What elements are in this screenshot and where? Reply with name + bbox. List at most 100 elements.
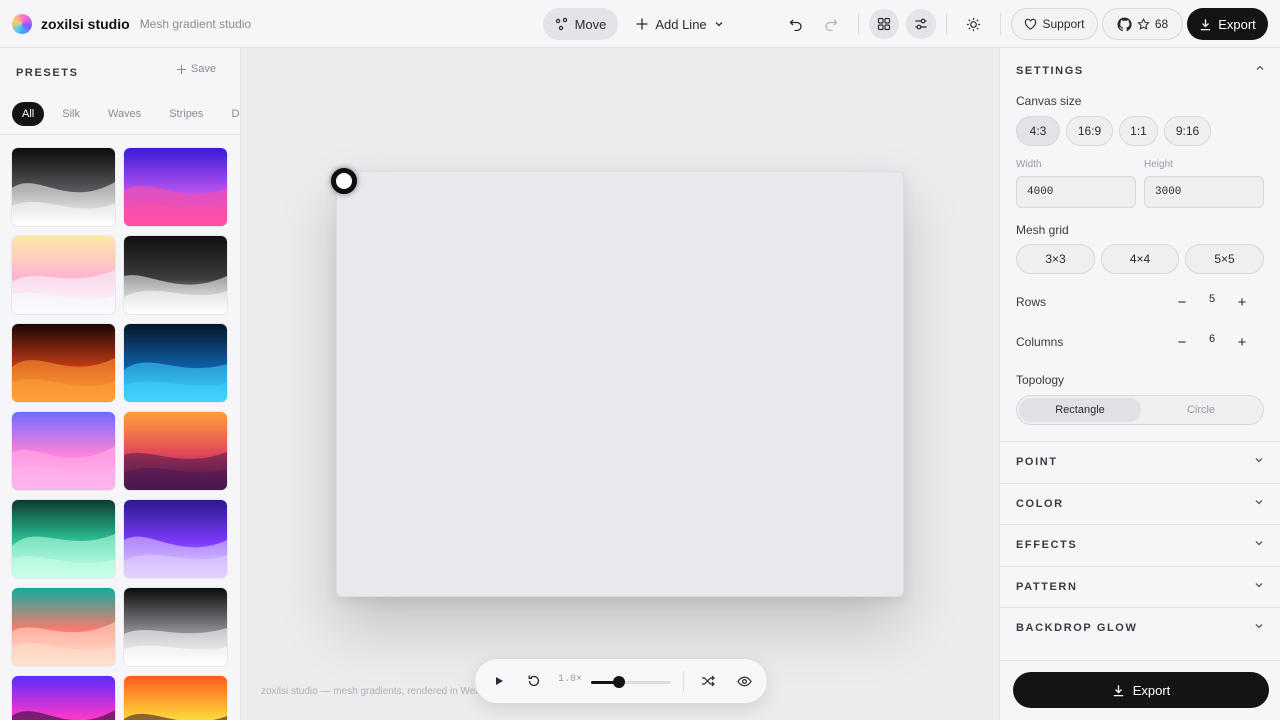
preset-preview [124,412,227,490]
columns-increment-button[interactable]: + [1232,332,1252,352]
eye-icon [736,676,752,686]
speed-slider[interactable] [591,676,671,688]
preset-preview [12,324,115,402]
plus-icon [636,18,648,30]
filter-chip[interactable]: All [12,102,45,126]
grid-5x5-button[interactable]: 5×5 [1185,244,1264,274]
playback-bar: 1.0× [474,658,768,704]
ratio-16-9-button[interactable]: 16:9 [1066,116,1113,146]
filter-chip[interactable]: Stripes [159,102,213,126]
redo-icon [825,19,838,31]
logo [12,13,32,34]
preset-tile[interactable] [12,500,115,578]
ratio-4-3-button[interactable]: 4:3 [1016,116,1060,146]
section-backdrop-glow[interactable]: BACKDROP GLOW [1000,607,1280,649]
preview-button[interactable] [736,673,752,689]
preset-tile[interactable] [124,500,227,578]
filter-chip[interactable]: Waves [98,102,151,126]
preset-tile[interactable] [12,588,115,666]
preset-tile[interactable] [124,324,227,402]
ratio-9-16-button[interactable]: 9:16 [1164,116,1211,146]
preset-preview [12,236,115,314]
preset-tile[interactable] [124,676,227,720]
chevron-down-icon [1255,624,1263,629]
preset-tile[interactable] [12,324,115,402]
preset-preview [12,148,115,226]
preset-tile[interactable] [12,148,115,226]
add-line-button[interactable]: Add Line [630,8,730,40]
play-button[interactable] [491,673,507,689]
save-preset-button[interactable]: Save [176,63,216,75]
support-button[interactable]: Support [1011,8,1098,40]
support-label: Support [1042,17,1085,31]
section-title: POINT [1016,456,1058,468]
toolbar-divider [946,13,947,35]
mesh-canvas[interactable] [336,171,904,597]
redo-button[interactable] [816,9,846,39]
filter-chip[interactable]: Des [221,102,240,126]
move-tool-button[interactable]: Move [543,8,618,40]
topology-label: Topology [1016,373,1065,387]
rows-increment-button[interactable]: + [1232,292,1252,312]
app-name: zoxilsi studio [41,15,130,32]
columns-stepper: − 6 + [1172,332,1252,352]
divider [0,134,240,135]
section-point[interactable]: POINT [1000,441,1280,483]
mesh-point-handle[interactable] [331,168,357,194]
preset-tile[interactable] [12,236,115,314]
theme-toggle-button[interactable] [958,9,988,39]
add-line-label: Add Line [655,16,707,32]
width-field[interactable]: 4000 [1016,176,1136,208]
restart-button[interactable] [526,673,542,689]
shuffle-button[interactable] [700,673,716,689]
preset-preview [124,148,227,226]
grid-3x3-button[interactable]: 3×3 [1016,244,1095,274]
settings-header[interactable]: SETTINGS [1016,62,1266,77]
export-primary-button[interactable]: Export [1013,672,1269,708]
star-icon [1137,17,1150,30]
rows-stepper: − 5 + [1172,292,1252,312]
settings-title: SETTINGS [1016,65,1084,77]
preset-tile[interactable] [124,412,227,490]
topology-circle-option[interactable]: Circle [1140,398,1262,422]
download-icon [1201,18,1211,30]
github-star-count: 68 [1154,17,1169,31]
undo-button[interactable] [781,9,811,39]
preset-filter-chips: All Silk Waves Stripes Des [12,102,240,126]
filter-chip[interactable]: Silk [52,102,90,126]
toolbar-divider [1000,13,1001,35]
settings-panel: SETTINGS Canvas size 4:3 16:9 1:1 9:16 W… [999,48,1280,720]
export-button[interactable]: Export [1187,8,1268,40]
ratio-1-1-button[interactable]: 1:1 [1119,116,1158,146]
preset-tile[interactable] [124,236,227,314]
settings-toggle-button[interactable] [906,9,936,39]
preset-tile[interactable] [12,676,115,720]
section-effects[interactable]: EFFECTS [1000,524,1280,566]
section-title: EFFECTS [1016,539,1078,551]
app-subtitle: Mesh gradient studio [139,16,252,31]
topology-rectangle-option[interactable]: Rectangle [1019,398,1141,422]
speed-slider-knob[interactable] [613,676,625,688]
rows-label: Rows [1016,295,1047,309]
grid-toggle-button[interactable] [869,9,899,39]
preset-tile[interactable] [12,412,115,490]
chevron-down-icon [1255,583,1263,588]
play-icon [496,677,503,685]
columns-label: Columns [1016,335,1064,349]
height-field[interactable]: 3000 [1144,176,1264,208]
sliders-icon [915,18,927,30]
preset-tile[interactable] [124,588,227,666]
move-label: Move [574,16,607,32]
plus-icon [176,64,187,74]
section-pattern[interactable]: PATTERN [1000,566,1280,608]
columns-decrement-button[interactable]: − [1172,332,1192,352]
preset-tile[interactable] [124,148,227,226]
grid-icon [877,17,891,31]
section-color[interactable]: COLOR [1000,483,1280,525]
rows-decrement-button[interactable]: − [1172,292,1192,312]
github-icon [1117,16,1132,31]
section-title: BACKDROP GLOW [1016,622,1138,634]
grid-4x4-button[interactable]: 4×4 [1101,244,1179,274]
github-stars-button[interactable]: 68 [1102,8,1183,40]
preset-preview [12,500,115,578]
